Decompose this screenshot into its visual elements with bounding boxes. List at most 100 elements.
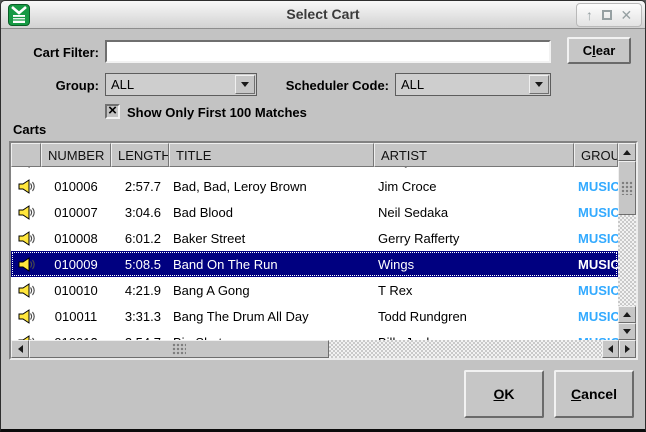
cart-row[interactable]: 010007 3:04.6 Bad Blood Neil Sedaka MUSI…	[11, 199, 618, 225]
vertical-scrollbar[interactable]	[618, 143, 636, 340]
cart-group-cell: MUSIC	[574, 225, 618, 251]
cart-title-cell: Bad Blood	[169, 199, 374, 225]
clear-button[interactable]: Clear	[567, 37, 631, 64]
column-header-artist[interactable]: ARTIST	[374, 143, 574, 167]
scroll-down-button[interactable]	[618, 323, 636, 340]
arrow-left-icon	[608, 345, 613, 353]
column-header-icon[interactable]	[11, 143, 41, 167]
cart-row[interactable]: 010012 2:54.7 Big Shot Billy Joel MUSIC	[11, 329, 618, 340]
vertical-scrollbar-thumb[interactable]	[618, 161, 636, 215]
close-window-icon[interactable]: ✕	[620, 8, 632, 22]
group-select[interactable]: ALL	[105, 73, 257, 96]
cart-artist-cell: T Rex	[374, 277, 574, 303]
cart-filter-label: Cart Filter:	[7, 45, 99, 60]
cart-audio-cell	[11, 199, 41, 225]
scheduler-code-label: Scheduler Code:	[281, 78, 389, 93]
cart-row[interactable]: 010008 6:01.2 Baker Street Gerry Raffert…	[11, 225, 618, 251]
carts-section-label: Carts	[13, 122, 46, 137]
cart-row[interactable]: 010011 3:31.3 Bang The Drum All Day Todd…	[11, 303, 618, 329]
rivendell-app-icon	[8, 4, 30, 26]
arrow-up-icon	[623, 150, 631, 155]
cart-number-cell: 010009	[41, 251, 111, 277]
speaker-icon	[18, 179, 35, 194]
cart-number-cell: 010007	[41, 199, 111, 225]
cart-audio-cell	[11, 277, 41, 303]
cart-artist-cell: Billy Joel	[374, 329, 574, 340]
arrow-up-icon	[623, 312, 631, 317]
cart-artist-cell: Neil Sedaka	[374, 199, 574, 225]
cancel-button[interactable]: Cancel	[554, 370, 634, 418]
cart-filter-input[interactable]	[105, 40, 551, 63]
chevron-down-icon[interactable]	[235, 75, 255, 94]
group-label: Group:	[11, 78, 99, 93]
cart-row[interactable]: 010009 5:08.5 Band On The Run Wings MUSI…	[11, 251, 618, 277]
speaker-icon	[18, 283, 35, 298]
group-select-value: ALL	[106, 77, 235, 92]
cart-title-cell: Bang A Gong	[169, 277, 374, 303]
chevron-down-icon[interactable]	[529, 75, 549, 94]
cart-group-cell: MUSIC	[574, 251, 618, 277]
maximize-window-icon[interactable]	[602, 10, 612, 20]
column-header-title[interactable]: TITLE	[169, 143, 374, 167]
cart-group-cell: MUSIC	[574, 329, 618, 340]
column-header-length[interactable]: LENGTH	[111, 143, 169, 167]
cart-group-cell: MUSIC	[574, 199, 618, 225]
window-controls: ↑ ✕	[576, 3, 642, 27]
titlebar[interactable]: Select Cart ↑ ✕	[1, 1, 645, 29]
checkmark-icon: ×	[108, 103, 117, 118]
speaker-icon	[18, 257, 35, 272]
scroll-right-button[interactable]	[619, 340, 636, 358]
speaker-icon	[18, 167, 35, 168]
window-title: Select Cart	[1, 1, 645, 28]
speaker-icon	[18, 205, 35, 220]
column-header-number[interactable]: NUMBER	[41, 143, 111, 167]
scroll-left-button[interactable]	[602, 340, 619, 358]
column-header-group[interactable]: GROUP	[574, 143, 618, 167]
cart-audio-cell	[11, 225, 41, 251]
cart-number-cell: 010011	[41, 303, 111, 329]
cart-artist-cell: Todd Rundgren	[374, 303, 574, 329]
cart-length-cell: 3:31.3	[111, 303, 169, 329]
cart-length-cell: 5:08.5	[111, 251, 169, 277]
arrow-right-icon	[625, 345, 630, 353]
cart-row[interactable]: 010010 4:21.9 Bang A Gong T Rex MUSIC	[11, 277, 618, 303]
cart-length-cell: 2:54.7	[111, 329, 169, 340]
show-only-first-100-checkbox[interactable]: ×	[105, 104, 120, 119]
cart-title-cell: Baker Street	[169, 225, 374, 251]
cart-length-cell: 4:21.9	[111, 277, 169, 303]
cart-title-cell: Band On The Run	[169, 251, 374, 277]
cart-audio-cell	[11, 329, 41, 340]
horizontal-scrollbar[interactable]	[11, 340, 636, 358]
cart-length-cell: 3:04.6	[111, 199, 169, 225]
scrollbar-grip-icon	[621, 181, 633, 195]
scroll-left-button[interactable]	[11, 340, 29, 358]
cart-number-cell: 010006	[41, 173, 111, 199]
select-cart-dialog: Select Cart ↑ ✕ Cart Filter: Clear Group…	[0, 0, 646, 432]
arrow-down-icon	[623, 329, 631, 334]
scheduler-code-select-value: ALL	[396, 77, 529, 92]
cart-audio-cell	[11, 303, 41, 329]
cart-group-cell: MUSIC	[574, 277, 618, 303]
ok-button[interactable]: OK	[464, 370, 544, 418]
cart-artist-cell: Gerry Rafferty	[374, 225, 574, 251]
vertical-scrollbar-trough[interactable]	[618, 215, 636, 306]
cart-title-cell: Big Shot	[169, 329, 374, 340]
scroll-up-button[interactable]	[618, 143, 636, 161]
cart-group-cell: MUSIC	[574, 303, 618, 329]
speaker-icon	[18, 309, 35, 324]
scheduler-code-select[interactable]: ALL	[395, 73, 551, 96]
cart-length-cell: 2:57.7	[111, 173, 169, 199]
cart-rows: 010005 2:55.5 Backstabbers O'Jays MUSIC …	[11, 167, 618, 340]
shade-window-icon[interactable]: ↑	[586, 8, 593, 22]
arrow-left-icon	[18, 345, 23, 353]
cart-artist-cell: Wings	[374, 251, 574, 277]
horizontal-scrollbar-trough[interactable]	[329, 340, 602, 358]
cart-length-cell: 6:01.2	[111, 225, 169, 251]
cart-number-cell: 010010	[41, 277, 111, 303]
scrollbar-grip-icon	[172, 343, 186, 355]
cart-group-cell: MUSIC	[574, 173, 618, 199]
cart-row[interactable]: 010006 2:57.7 Bad, Bad, Leroy Brown Jim …	[11, 173, 618, 199]
carts-table: NUMBERLENGTHTITLEARTISTGROUP 010005 2:55…	[9, 141, 638, 360]
horizontal-scrollbar-thumb[interactable]	[29, 340, 329, 358]
scroll-up-button[interactable]	[618, 306, 636, 323]
